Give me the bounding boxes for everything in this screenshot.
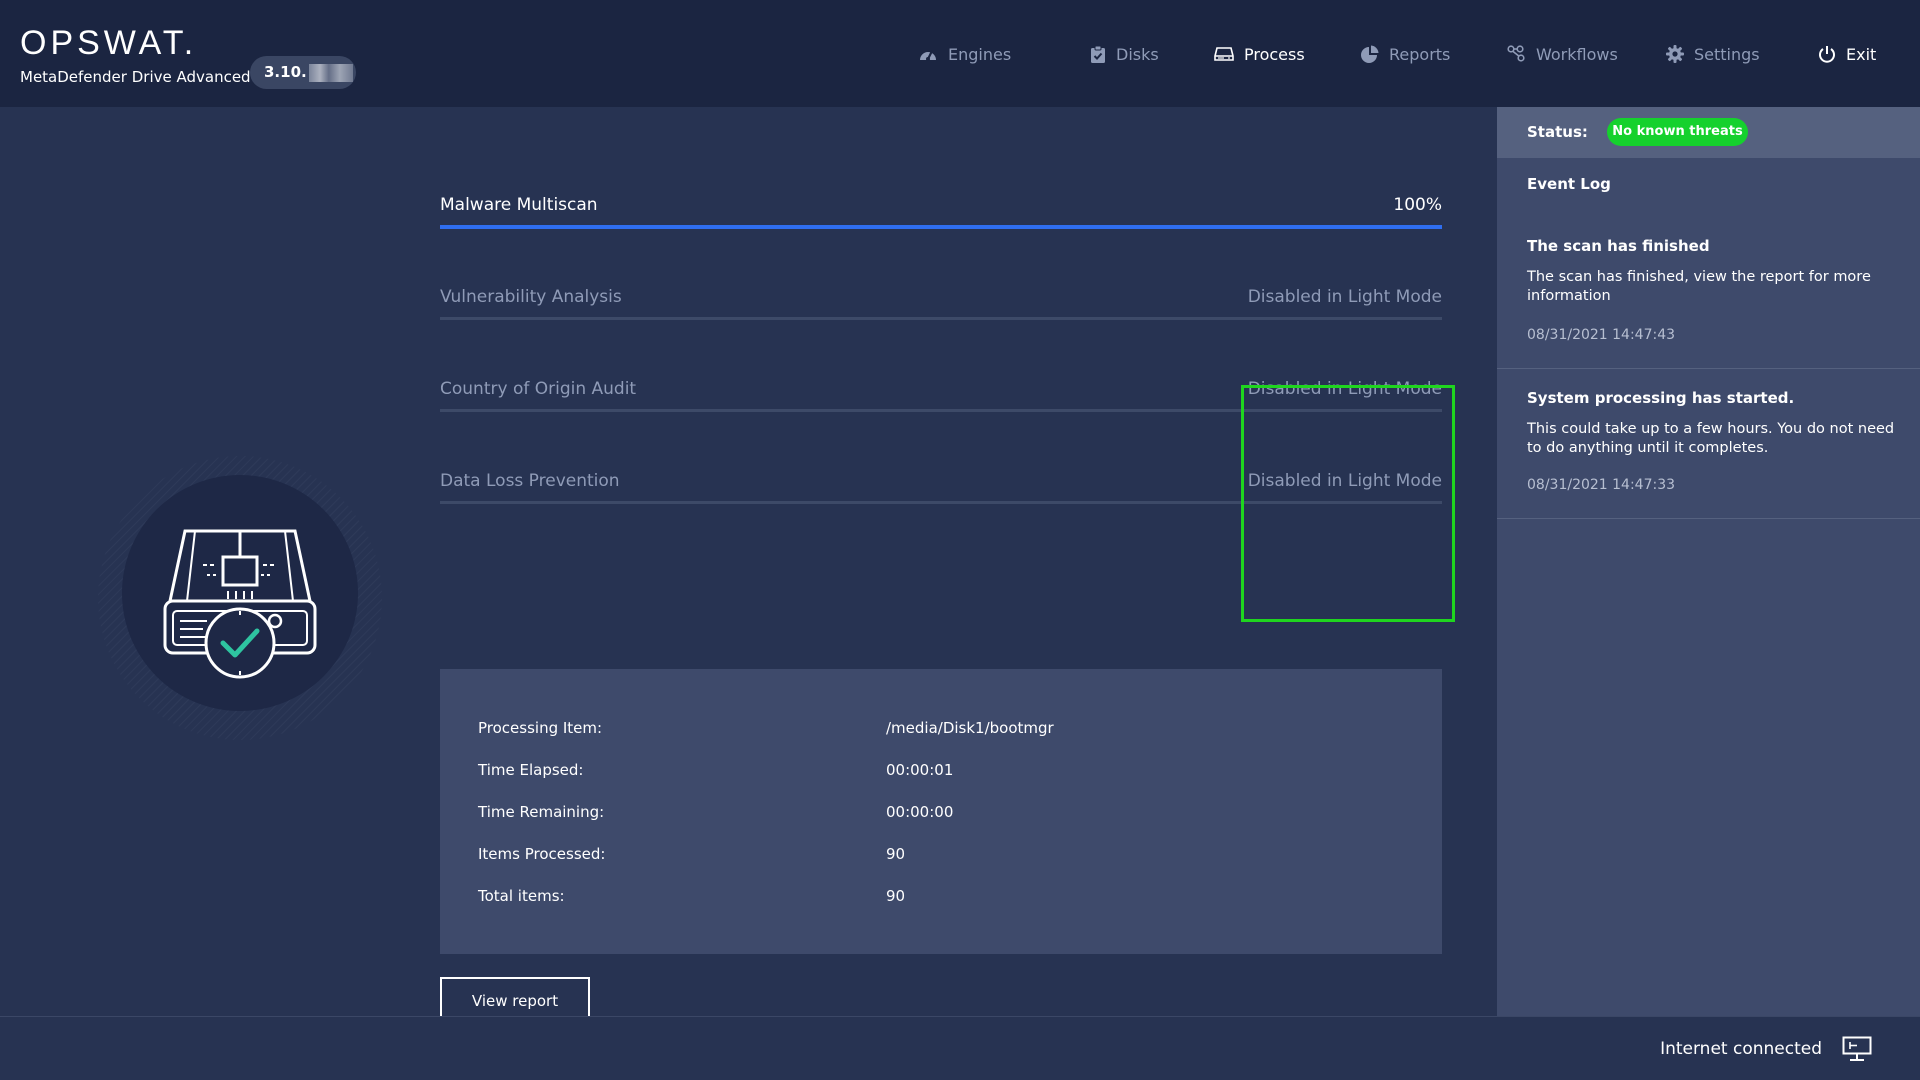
clipboard-check-icon [1091, 45, 1105, 63]
info-value: 90 [886, 887, 906, 905]
step-status: 100% [1393, 195, 1442, 215]
workflow-nodes-icon [1507, 45, 1525, 62]
event-timestamp: 08/31/2021 14:47:43 [1527, 327, 1676, 343]
event-title: System processing has started. [1527, 389, 1795, 407]
step-name: Malware Multiscan [440, 195, 598, 215]
info-label: Items Processed: [478, 845, 606, 863]
status-bar: Status: No known threats [1497, 107, 1920, 158]
info-value: 00:00:01 [886, 761, 954, 779]
top-bar: OPSWAT. MetaDefender Drive Advanced 3.10… [0, 0, 1920, 107]
info-value: /media/Disk1/bootmgr [886, 719, 1054, 737]
status-badge: No known threats [1607, 118, 1748, 146]
brand: OPSWAT. MetaDefender Drive Advanced [20, 26, 251, 86]
event-title: The scan has finished [1527, 237, 1710, 255]
nav-workflows[interactable]: Workflows [1507, 42, 1618, 66]
info-label: Time Remaining: [478, 803, 605, 821]
step-malware-multiscan: Malware Multiscan 100% [440, 195, 1442, 235]
step-progress-bar [440, 317, 1442, 320]
disabled-status-highlight [1241, 385, 1455, 622]
info-label: Total items: [478, 887, 565, 905]
nav-settings-label: Settings [1694, 44, 1760, 64]
nav-reports-label: Reports [1389, 44, 1451, 64]
event-description: The scan has finished, view the report f… [1527, 269, 1871, 304]
info-value: 90 [886, 845, 906, 863]
process-panel: Malware Multiscan 100% Vulnerability Ana… [0, 107, 1497, 1024]
step-progress-bar [440, 225, 1442, 229]
event-item: System processing has started. This coul… [1497, 369, 1920, 519]
nav-engines-label: Engines [948, 44, 1012, 64]
pie-chart-icon [1361, 45, 1379, 63]
version-badge: 3.10. [250, 56, 356, 89]
nav-reports[interactable]: Reports [1360, 42, 1450, 66]
nav-exit[interactable]: Exit [1818, 42, 1876, 66]
footer-bar: Internet connected [0, 1016, 1920, 1080]
power-icon [1819, 46, 1835, 63]
info-label: Processing Item: [478, 719, 603, 737]
event-timestamp: 08/31/2021 14:47:33 [1527, 477, 1676, 493]
info-value: 00:00:00 [886, 803, 954, 821]
info-label: Time Elapsed: [478, 761, 584, 779]
product-name: MetaDefender Drive Advanced [20, 68, 251, 86]
redacted-version-suffix [308, 63, 353, 82]
hard-drive-icon [1214, 47, 1234, 61]
opswat-logo: OPSWAT. [20, 24, 198, 62]
nav-settings[interactable]: Settings [1666, 42, 1760, 66]
step-name: Data Loss Prevention [440, 471, 620, 491]
event-item: The scan has finished The scan has finis… [1497, 215, 1920, 369]
nav-disks[interactable]: Disks [1090, 42, 1159, 66]
drive-scan-complete-icon [98, 456, 382, 740]
nav-disks-label: Disks [1116, 44, 1159, 64]
step-name: Vulnerability Analysis [440, 287, 622, 307]
nav-process-label: Process [1244, 44, 1305, 64]
gauge-icon [920, 50, 936, 61]
step-name: Country of Origin Audit [440, 379, 637, 399]
step-status: Disabled in Light Mode [1247, 287, 1442, 307]
event-sidebar: Status: No known threats Event Log The s… [1497, 107, 1920, 1016]
version-text: 3.10. [264, 63, 307, 81]
connection-status: Internet connected [1660, 1039, 1822, 1059]
status-label: Status: [1527, 123, 1588, 141]
event-description: This could take up to a few hours. You d… [1527, 421, 1895, 456]
monitor-network-icon [1842, 1036, 1872, 1061]
nav-engines[interactable]: Engines [918, 42, 1011, 66]
nav-exit-label: Exit [1846, 44, 1877, 64]
step-vulnerability-analysis: Vulnerability Analysis Disabled in Light… [440, 287, 1442, 327]
nav-process[interactable]: Process [1214, 42, 1305, 66]
nav-workflows-label: Workflows [1536, 44, 1618, 64]
event-log-title: Event Log [1527, 175, 1611, 193]
processing-info-panel: Processing Item: /media/Disk1/bootmgr Ti… [440, 669, 1442, 954]
gear-icon [1666, 45, 1684, 63]
